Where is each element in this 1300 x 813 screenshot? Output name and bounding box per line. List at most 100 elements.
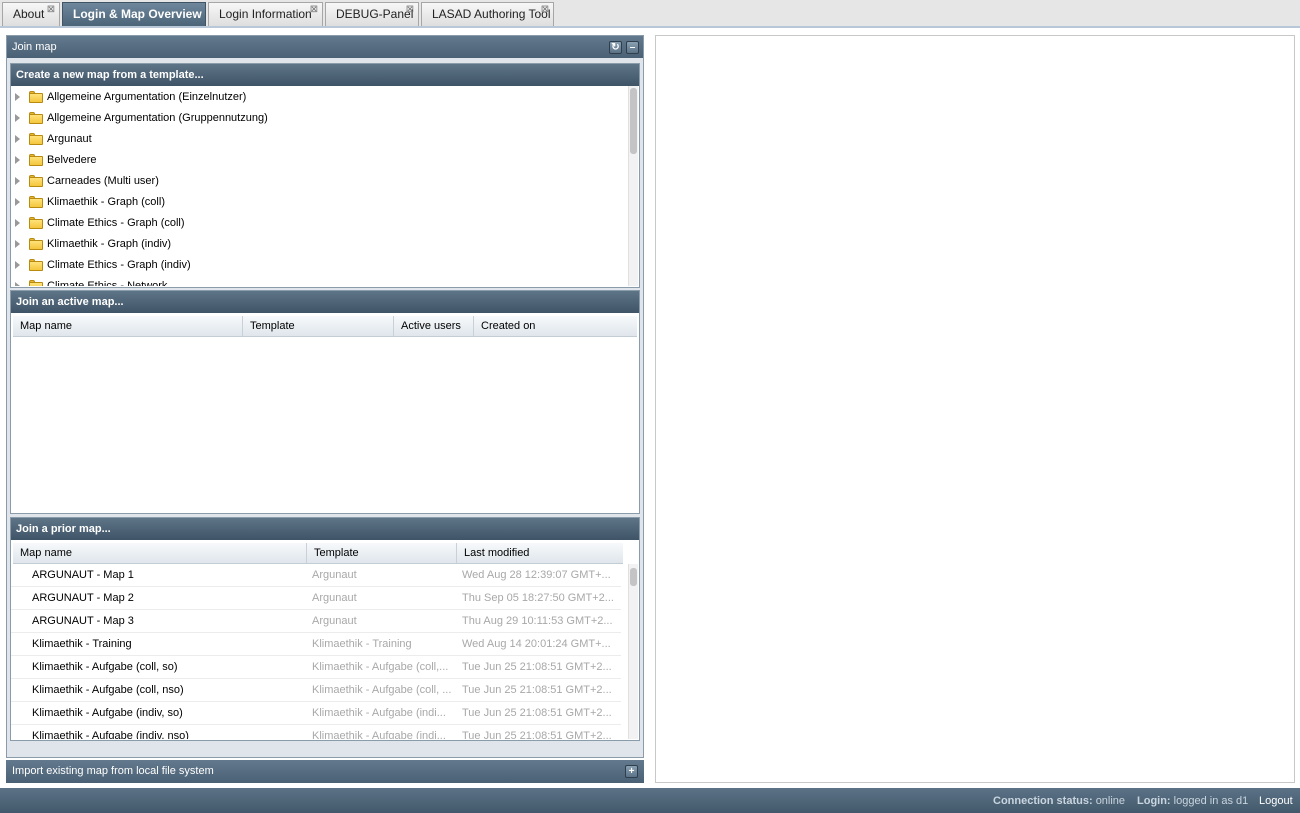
refresh-icon[interactable]: ↻ [609,41,622,54]
modified-cell: Thu Sep 05 18:27:50 GMT+2... [462,592,614,604]
close-icon[interactable]: ⊠ [405,5,415,15]
join-map-header: Join map ↻ – [7,36,643,58]
table-row[interactable]: Klimaethik - Aufgabe (coll, nso) Klimaet… [11,679,621,702]
collapse-icon[interactable]: – [626,41,639,54]
column-header[interactable]: Template [243,316,394,336]
expand-arrow-icon[interactable] [15,177,20,185]
map-name-cell: Klimaethik - Aufgabe (indiv, so) [32,707,183,719]
expand-arrow-icon[interactable] [15,93,20,101]
expand-arrow-icon[interactable] [15,198,20,206]
expand-arrow-icon[interactable] [15,114,20,122]
tab-about[interactable]: About ⊠ [2,2,60,26]
column-header[interactable]: Map name [13,316,243,336]
expand-arrow-icon[interactable] [15,240,20,248]
scrollbar-thumb[interactable] [630,88,637,154]
tree-item-label: Klimaethik - Graph (coll) [47,196,165,208]
tree-item-label: Argunaut [47,133,92,145]
login-value: logged in as d1 [1173,795,1249,807]
tab-bar: About ⊠ Login & Map Overview Login Infor… [0,0,1300,28]
tab-label: DEBUG-Panel [336,7,414,21]
column-header[interactable]: Last modified [457,543,623,563]
folder-icon [29,133,43,145]
template-cell: Klimaethik - Aufgabe (coll, ... [312,684,452,696]
map-name-cell: ARGUNAUT - Map 1 [32,569,134,581]
map-view-panel [655,35,1295,783]
template-section: Create a new map from a template... Allg… [10,63,640,288]
template-cell: Klimaethik - Aufgabe (indi... [312,730,446,739]
import-bar[interactable]: Import existing map from local file syst… [6,760,644,783]
map-name-cell: Klimaethik - Aufgabe (indiv, nso) [32,730,189,739]
tab-label: Login Information [219,7,312,21]
table-row[interactable]: ARGUNAUT - Map 1 Argunaut Wed Aug 28 12:… [11,564,621,587]
template-cell: Klimaethik - Training [312,638,412,650]
modified-cell: Wed Aug 14 20:01:24 GMT+... [462,638,611,650]
template-cell: Argunaut [312,615,357,627]
folder-icon [29,280,43,286]
tab-login-information[interactable]: Login Information ⊠ [208,2,323,26]
expand-arrow-icon[interactable] [15,219,20,227]
scrollbar-thumb[interactable] [630,568,637,586]
map-name-cell: ARGUNAUT - Map 2 [32,592,134,604]
folder-icon [29,175,43,187]
tree-item-label: Carneades (Multi user) [47,175,159,187]
expand-icon[interactable]: + [625,765,638,778]
template-cell: Argunaut [312,569,357,581]
column-header[interactable]: Active users [394,316,474,336]
folder-icon [29,112,43,124]
expand-arrow-icon[interactable] [15,156,20,164]
tree-item-label: Klimaethik - Graph (indiv) [47,238,172,250]
tab-label: About [13,7,45,21]
tab-login-map-overview[interactable]: Login & Map Overview [62,2,206,26]
table-row[interactable]: Klimaethik - Aufgabe (indiv, nso) Klimae… [11,725,621,739]
join-map-panel: Join map ↻ – Create a new map from a tem… [6,35,644,783]
expand-arrow-icon[interactable] [15,282,20,286]
tab-label: LASAD Authoring Tool [432,7,551,21]
prior-map-grid-header: Map name Template Last modified [13,543,623,564]
expand-arrow-icon[interactable] [15,135,20,143]
tree-item-label: Allgemeine Argumentation (Einzelnutzer) [47,91,247,103]
tab-lasad-authoring-tool[interactable]: LASAD Authoring Tool ⊠ [421,2,554,26]
tree-item-label: Climate Ethics - Graph (indiv) [47,259,191,271]
logout-link[interactable]: Logout [1259,788,1293,813]
table-row[interactable]: Klimaethik - Training Klimaethik - Train… [11,633,621,656]
column-header[interactable]: Created on [474,316,637,336]
close-icon[interactable]: ⊠ [46,5,56,15]
folder-icon [29,154,43,166]
status-bar: Connection status: online Login: logged … [0,788,1300,813]
modified-cell: Tue Jun 25 21:08:51 GMT+2... [462,730,612,739]
close-icon[interactable]: ⊠ [309,5,319,15]
modified-cell: Wed Aug 28 12:39:07 GMT+... [462,569,611,581]
login-label: Login: [1137,795,1171,807]
column-header[interactable]: Template [307,543,457,563]
close-icon[interactable]: ⊠ [540,5,550,15]
tree-item-label: Climate Ethics - Network [47,280,168,286]
login-status: Login: logged in as d1 [1137,788,1248,813]
prior-map-scrollbar[interactable] [628,564,638,739]
expand-arrow-icon[interactable] [15,261,20,269]
folder-icon [29,259,43,271]
folder-icon [29,91,43,103]
folder-icon [29,196,43,208]
table-row[interactable]: ARGUNAUT - Map 3 Argunaut Thu Aug 29 10:… [11,610,621,633]
table-row[interactable]: ARGUNAUT - Map 2 Argunaut Thu Sep 05 18:… [11,587,621,610]
table-row[interactable]: Klimaethik - Aufgabe (coll, so) Klimaeth… [11,656,621,679]
active-map-grid [11,337,639,509]
tab-debug-panel[interactable]: DEBUG-Panel ⊠ [325,2,419,26]
map-name-cell: Klimaethik - Aufgabe (coll, so) [32,661,178,673]
section-title: Join a prior map... [11,518,639,540]
active-map-grid-header: Map name Template Active users Created o… [13,316,637,337]
table-row[interactable]: Klimaethik - Aufgabe (indiv, so) Klimaet… [11,702,621,725]
prior-map-grid: ARGUNAUT - Map 1 Argunaut Wed Aug 28 12:… [11,564,639,739]
modified-cell: Thu Aug 29 10:11:53 GMT+2... [462,615,613,627]
tree-scrollbar[interactable] [628,86,638,286]
active-map-section: Join an active map... Map name Template … [10,290,640,514]
connection-status: Connection status: online [993,788,1125,813]
column-header[interactable]: Map name [13,543,307,563]
section-title: Create a new map from a template... [11,64,639,86]
connection-status-label: Connection status: [993,795,1093,807]
modified-cell: Tue Jun 25 21:08:51 GMT+2... [462,684,612,696]
folder-icon [29,217,43,229]
prior-map-section: Join a prior map... Map name Template La… [10,517,640,741]
template-cell: Klimaethik - Aufgabe (indi... [312,707,446,719]
import-label: Import existing map from local file syst… [12,765,214,777]
